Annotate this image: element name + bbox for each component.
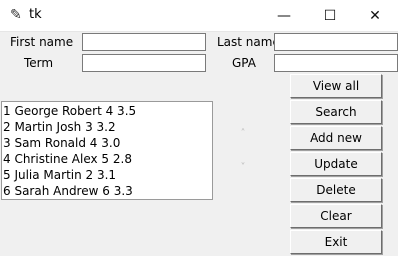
maximize-button[interactable]: ☐ [307,0,353,31]
minimize-icon: — [277,7,291,24]
maximize-icon: ☐ [323,7,337,24]
feather-icon: ✎ [10,7,22,23]
minimize-button[interactable]: — [261,0,307,31]
delete-button[interactable]: Delete [290,178,382,202]
list-item[interactable]: 1 George Robert 4 3.5 [2,103,212,119]
search-button[interactable]: Search [290,100,382,124]
title-bar: ✎ tk — ☐ ✕ [0,0,398,32]
first-name-input[interactable] [82,33,206,51]
first-name-label: First name [10,35,74,49]
list-item[interactable]: 5 Julia Martin 2 3.1 [2,167,212,183]
list-item[interactable]: 3 Sam Ronald 4 3.0 [2,135,212,151]
view-all-button[interactable]: View all [290,74,382,98]
term-label: Term [24,56,54,70]
records-listbox[interactable]: 1 George Robert 4 3.5 2 Martin Josh 3 3.… [1,101,213,200]
gpa-input[interactable] [274,54,398,72]
list-item[interactable]: 6 Sarah Andrew 6 3.3 [2,183,212,199]
list-item[interactable]: 2 Martin Josh 3 3.2 [2,119,212,135]
scroll-up-arrow-icon[interactable]: ˄ [237,128,249,140]
update-button[interactable]: Update [290,152,382,176]
clear-button[interactable]: Clear [290,204,382,228]
close-button[interactable]: ✕ [352,0,398,31]
last-name-label: Last name [217,35,280,49]
close-icon: ✕ [369,7,381,24]
add-new-button[interactable]: Add new [290,126,382,150]
scroll-down-arrow-icon[interactable]: ˅ [237,162,249,174]
term-input[interactable] [82,54,206,72]
list-item[interactable]: 4 Christine Alex 5 2.8 [2,151,212,167]
exit-button[interactable]: Exit [290,230,382,254]
last-name-input[interactable] [274,33,398,51]
window-title: tk [29,7,42,22]
gpa-label: GPA [232,56,256,70]
